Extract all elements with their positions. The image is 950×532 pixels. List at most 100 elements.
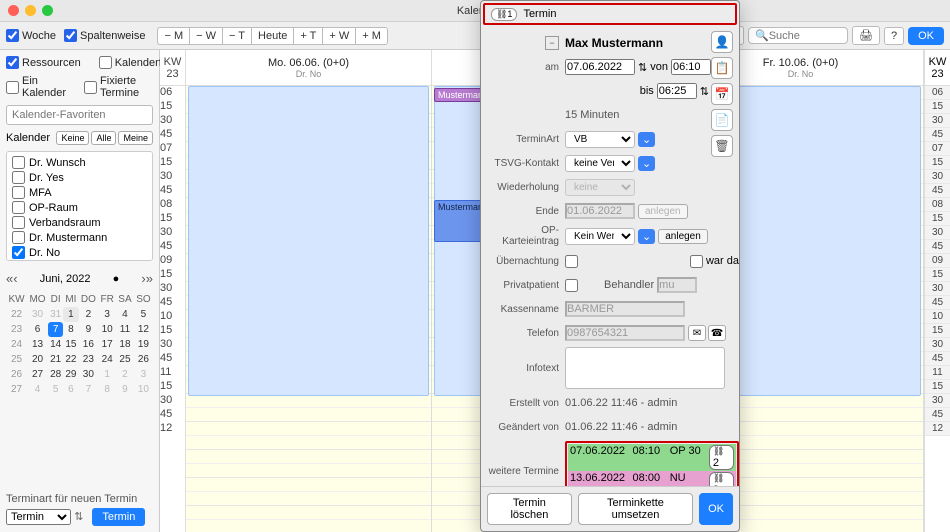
search-input[interactable] [769, 30, 839, 42]
calendar-day[interactable]: 29 [63, 367, 78, 382]
prev-month-icon[interactable]: ‹ [13, 271, 17, 286]
calendar-day[interactable]: 8 [63, 322, 78, 337]
help-button[interactable]: ? [884, 27, 904, 45]
calendar-day[interactable]: 12 [134, 322, 153, 337]
prev-year-icon[interactable]: « [6, 271, 13, 286]
dialog-ok-button[interactable]: OK [699, 493, 733, 525]
calendar-day[interactable]: 10 [134, 382, 153, 397]
calendar-day[interactable]: 30 [27, 307, 48, 322]
time-slot[interactable] [186, 408, 431, 422]
calendar-day[interactable]: 30 [79, 367, 99, 382]
calendar-day[interactable]: 2 [79, 307, 99, 322]
nav-minus-month[interactable]: − M [157, 27, 189, 45]
calendar-day[interactable]: 31 [48, 307, 63, 322]
calendar-item[interactable]: Dr. No [10, 245, 149, 260]
calendar-day[interactable]: 3 [134, 367, 153, 382]
next-year-icon[interactable]: » [146, 271, 153, 286]
filter-keine[interactable]: Keine [56, 131, 89, 145]
kalenderfarbe-checkbox[interactable] [99, 56, 112, 69]
calendar-day[interactable]: 26 [134, 352, 153, 367]
calendar-day[interactable]: 20 [27, 352, 48, 367]
phone-icon[interactable]: ☎ [708, 325, 726, 341]
mini-calendar[interactable]: KWMODIMIDOFRSASO223031123452367891011122… [6, 292, 153, 397]
calendar-day[interactable]: 5 [48, 382, 63, 397]
minimize-icon[interactable] [25, 5, 36, 16]
warda-checkbox[interactable] [690, 255, 703, 268]
calendar-day[interactable]: 7 [48, 322, 63, 337]
time-from-input[interactable] [671, 59, 711, 75]
calendar-day[interactable]: 5 [134, 307, 153, 322]
calendar-day[interactable]: 6 [27, 322, 48, 337]
nav-plus-week[interactable]: + W [322, 27, 355, 45]
date-stepper-icon[interactable]: ⇅ [638, 61, 647, 74]
calendar-day[interactable]: 11 [116, 322, 134, 337]
time-slot[interactable] [186, 436, 431, 450]
time-slot[interactable] [186, 450, 431, 464]
time-slot[interactable] [186, 394, 431, 408]
terminart-dlg-select[interactable]: VB [565, 131, 635, 148]
calendar-day[interactable]: 9 [79, 322, 99, 337]
person-icon[interactable]: 👤 [711, 31, 733, 53]
clipboard-icon[interactable]: 📋 [711, 57, 733, 79]
calendar-day[interactable]: 25 [116, 352, 134, 367]
calendar-day[interactable]: 7 [79, 382, 99, 397]
disclosure-icon[interactable]: − [545, 36, 559, 50]
calendar-icon[interactable]: 📅 [711, 83, 733, 105]
calendar-day[interactable]: 4 [27, 382, 48, 397]
filter-meine[interactable]: Meine [118, 131, 153, 145]
time-slot[interactable] [186, 478, 431, 492]
calendar-day[interactable]: 18 [116, 337, 134, 352]
time-stepper-icon-2[interactable]: ⇅ [700, 85, 709, 98]
calendar-day[interactable]: 23 [79, 352, 99, 367]
allday-block-0[interactable] [188, 86, 429, 396]
calendar-checkbox[interactable] [12, 171, 25, 184]
time-to-input[interactable] [657, 83, 697, 99]
filter-alle[interactable]: Alle [91, 131, 116, 145]
terminart-stepper-icon[interactable]: ⇅ [74, 511, 83, 523]
sms-icon[interactable]: ✉ [688, 325, 706, 341]
time-slot[interactable] [186, 506, 431, 520]
time-slot[interactable] [186, 520, 431, 532]
calendar-day[interactable]: 15 [63, 337, 78, 352]
infotext-box[interactable] [565, 347, 725, 389]
time-slot[interactable] [186, 464, 431, 478]
woche-checkbox[interactable] [6, 29, 19, 42]
time-slot[interactable] [186, 422, 431, 436]
calendar-item[interactable]: OP-Raum [10, 200, 149, 215]
calendar-day[interactable]: 19 [134, 337, 153, 352]
calendar-day[interactable]: 13 [27, 337, 48, 352]
calendar-day[interactable]: 24 [98, 352, 116, 367]
calendar-checkbox[interactable] [12, 156, 25, 169]
print-button[interactable]: 🖨 [852, 26, 880, 45]
nav-today[interactable]: Heute [251, 27, 293, 45]
calendar-checkbox[interactable] [12, 216, 25, 229]
favorites-input[interactable] [6, 105, 153, 125]
nav-plus-month[interactable]: + M [355, 27, 388, 45]
zoom-icon[interactable] [42, 5, 53, 16]
time-slot[interactable] [186, 492, 431, 506]
calendar-day[interactable]: 14 [48, 337, 63, 352]
search-field[interactable]: 🔍 [748, 27, 848, 44]
priv-checkbox[interactable] [565, 279, 578, 292]
calendar-day[interactable]: 28 [48, 367, 63, 382]
calendar-day[interactable]: 1 [63, 307, 78, 322]
calendar-item[interactable]: MFA [10, 185, 149, 200]
chain-icon[interactable]: ⛓2 [709, 445, 734, 470]
calendar-day[interactable]: 2 [116, 367, 134, 382]
table-row[interactable]: 13.06.202208:00NU⛓3 [568, 471, 736, 486]
calendar-item[interactable]: Verbandsraum [10, 215, 149, 230]
new-termin-button[interactable]: Termin [92, 508, 145, 526]
calendar-day[interactable]: 21 [48, 352, 63, 367]
calendar-day[interactable]: 10 [98, 322, 116, 337]
calendar-day[interactable]: 8 [98, 382, 116, 397]
calendar-item[interactable]: Dr. Mustermann [10, 230, 149, 245]
table-row[interactable]: 07.06.202208:10OP 30⛓2 [568, 444, 736, 471]
calendar-day[interactable]: 4 [116, 307, 134, 322]
calendar-day[interactable]: 17 [98, 337, 116, 352]
calendar-day[interactable]: 3 [98, 307, 116, 322]
select-arrow-icon-2[interactable]: ⌄ [638, 156, 655, 171]
trash-icon[interactable]: 🗑 [711, 135, 733, 157]
ressourcen-checkbox[interactable] [6, 56, 19, 69]
date-input[interactable] [565, 59, 635, 75]
toolbar-ok-button[interactable]: OK [908, 27, 944, 45]
